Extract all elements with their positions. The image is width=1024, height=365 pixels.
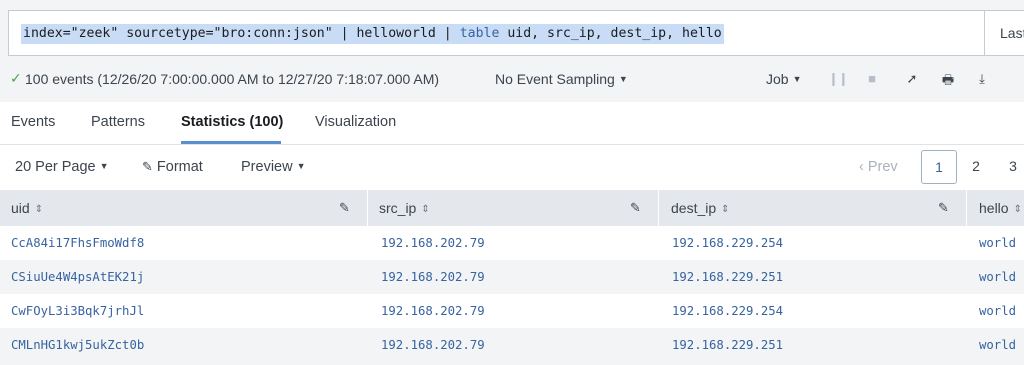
format-button[interactable]: ✎ Format <box>142 159 203 175</box>
column-header-src-ip[interactable]: src_ip ⇕ <box>379 190 430 226</box>
sampling-label: No Event Sampling <box>495 71 615 87</box>
prev-page-button[interactable]: ‹ Prev <box>859 159 898 175</box>
check-icon: ✓ <box>10 70 22 86</box>
edit-column-icon[interactable]: ✎ <box>938 190 949 226</box>
column-label: dest_ip <box>671 200 717 216</box>
query-part-1: index="zeek" sourcetype="bro:conn:json" … <box>23 26 460 41</box>
cell-hello[interactable]: world <box>979 304 1016 318</box>
tab-visualization[interactable]: Visualization <box>315 114 396 130</box>
query-keyword: table <box>459 26 500 41</box>
event-count-status: 100 events (12/26/20 7:00:00.000 AM to 1… <box>25 71 440 87</box>
job-menu[interactable]: Job ▼ <box>766 71 802 87</box>
cell-uid[interactable]: CwFOyL3i3Bqk7jrhJl <box>11 304 144 318</box>
cell-dest-ip[interactable]: 192.168.229.251 <box>672 270 783 284</box>
column-label: hello <box>979 200 1009 216</box>
format-label: Format <box>156 159 203 175</box>
results-tabs: Events Patterns Statistics (100) Visuali… <box>0 102 1024 145</box>
cell-src-ip[interactable]: 192.168.202.79 <box>381 236 485 250</box>
search-status-row: ✓ 100 events (12/26/20 7:00:00.000 AM to… <box>0 64 1024 102</box>
page-button-3[interactable]: 3 <box>1003 150 1023 184</box>
table-row: CMLnHG1kwj5ukZct0b 192.168.202.79 192.16… <box>0 328 1024 362</box>
cell-uid[interactable]: CSiuUe4W4psAtEK21j <box>11 270 144 284</box>
caret-down-icon: ▼ <box>792 74 802 84</box>
table-row: CcA84i17FhsFmoWdf8 192.168.202.79 192.16… <box>0 226 1024 260</box>
column-header-hello[interactable]: hello ⇕ <box>979 190 1022 226</box>
pencil-icon: ✎ <box>142 159 153 174</box>
job-label: Job <box>766 71 789 87</box>
cell-hello[interactable]: world <box>979 338 1016 352</box>
search-bar-row: index="zeek" sourcetype="bro:conn:json" … <box>0 0 1024 64</box>
cell-uid[interactable]: CcA84i17FhsFmoWdf8 <box>11 236 144 250</box>
column-header-uid[interactable]: uid ⇕ <box>11 190 43 226</box>
sort-icon: ⇕ <box>721 204 730 215</box>
cell-src-ip[interactable]: 192.168.202.79 <box>381 304 485 318</box>
pause-icon[interactable]: ❙❙ <box>828 71 849 87</box>
column-divider <box>966 190 967 226</box>
cell-uid[interactable]: CMLnHG1kwj5ukZct0b <box>11 338 144 352</box>
active-tab-indicator <box>181 141 281 144</box>
table-row: CwFOyL3i3Bqk7jrhJl 192.168.202.79 192.16… <box>0 294 1024 328</box>
page-button-2[interactable]: 2 <box>966 150 986 184</box>
splunk-search-page: index="zeek" sourcetype="bro:conn:json" … <box>0 0 1024 365</box>
column-label: uid <box>11 200 30 216</box>
preview-dropdown[interactable]: Preview ▼ <box>241 159 306 175</box>
tab-patterns[interactable]: Patterns <box>91 114 145 130</box>
print-icon[interactable]: 🖶 <box>940 71 956 93</box>
cell-dest-ip[interactable]: 192.168.229.254 <box>672 304 783 318</box>
page-button-1[interactable]: 1 <box>921 150 957 184</box>
column-divider <box>658 190 659 226</box>
sort-icon: ⇕ <box>34 204 44 215</box>
caret-down-icon: ▼ <box>296 161 306 171</box>
cell-src-ip[interactable]: 192.168.202.79 <box>381 270 485 284</box>
per-page-dropdown[interactable]: 20 Per Page ▼ <box>15 159 109 175</box>
sort-icon: ⇕ <box>1013 204 1022 215</box>
tab-statistics[interactable]: Statistics (100) <box>181 114 283 130</box>
time-range-picker[interactable]: Last <box>984 10 1024 56</box>
column-header-dest-ip[interactable]: dest_ip ⇕ <box>671 190 730 226</box>
table-header: uid ⇕ ✎ src_ip ⇕ ✎ dest_ip ⇕ ✎ hello ⇕ <box>0 190 1024 226</box>
stop-icon[interactable]: ■ <box>864 71 880 86</box>
query-part-2: uid, src_ip, dest_ip, hello <box>499 26 722 41</box>
cell-hello[interactable]: world <box>979 270 1016 284</box>
edit-column-icon[interactable]: ✎ <box>630 190 641 226</box>
column-divider <box>367 190 368 226</box>
caret-down-icon: ▼ <box>618 74 628 84</box>
tab-events[interactable]: Events <box>11 114 55 130</box>
caret-down-icon: ▼ <box>99 161 109 171</box>
edit-column-icon[interactable]: ✎ <box>339 190 350 226</box>
share-icon[interactable]: ➚ <box>904 71 920 87</box>
search-query-text[interactable]: index="zeek" sourcetype="bro:conn:json" … <box>21 24 724 44</box>
cell-dest-ip[interactable]: 192.168.229.254 <box>672 236 783 250</box>
export-icon[interactable]: ⤓ <box>974 71 990 87</box>
event-sampling-dropdown[interactable]: No Event Sampling ▼ <box>495 71 628 87</box>
cell-dest-ip[interactable]: 192.168.229.251 <box>672 338 783 352</box>
sort-icon: ⇕ <box>421 204 430 215</box>
per-page-label: 20 Per Page <box>15 159 96 175</box>
cell-src-ip[interactable]: 192.168.202.79 <box>381 338 485 352</box>
time-picker-label: Last <box>1000 25 1024 41</box>
preview-label: Preview <box>241 159 293 175</box>
column-label: src_ip <box>379 200 417 216</box>
table-controls-row: 20 Per Page ▼ ✎ Format Preview ▼ ‹ Prev 1 2… <box>0 145 1024 190</box>
search-input[interactable]: index="zeek" sourcetype="bro:conn:json" … <box>8 10 984 56</box>
cell-hello[interactable]: world <box>979 236 1016 250</box>
table-row: CSiuUe4W4psAtEK21j 192.168.202.79 192.16… <box>0 260 1024 294</box>
